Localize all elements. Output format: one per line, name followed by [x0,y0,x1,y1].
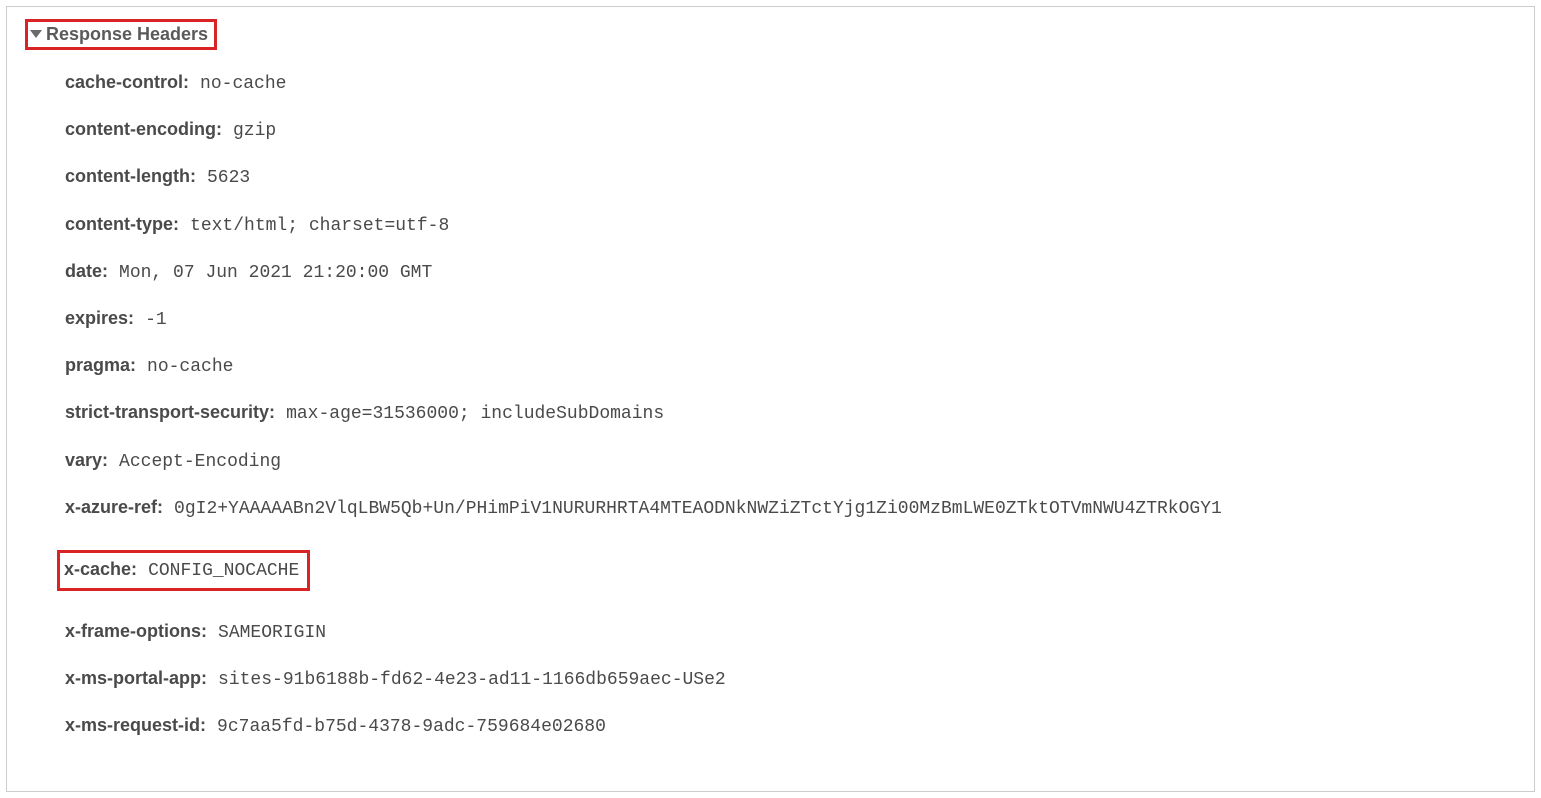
header-x-cache-highlight: x-cache: CONFIG_NOCACHE [57,550,310,591]
header-value: gzip [233,121,276,141]
header-name: x-cache: [64,559,137,579]
header-strict-transport-security: strict-transport-security: max-age=31536… [65,400,1516,427]
header-value: 0gI2+YAAAAABn2VlqLBW5Qb+Un/PHimPiV1NURUR… [174,499,1222,519]
header-value: no-cache [147,357,233,377]
expand-collapse-icon[interactable] [30,30,42,38]
header-content-type: content-type: text/html; charset=utf-8 [65,212,1516,239]
header-name: expires: [65,308,134,328]
header-pragma: pragma: no-cache [65,353,1516,380]
header-name: x-frame-options: [65,621,207,641]
header-vary: vary: Accept-Encoding [65,448,1516,475]
header-value: Mon, 07 Jun 2021 21:20:00 GMT [119,263,432,283]
header-cache-control: cache-control: no-cache [65,70,1516,97]
header-x-frame-options: x-frame-options: SAMEORIGIN [65,619,1516,646]
response-headers-list: cache-control: no-cache content-encoding… [65,70,1516,741]
header-value: sites-91b6188b-fd62-4e23-ad11-1166db659a… [218,670,726,690]
header-date: date: Mon, 07 Jun 2021 21:20:00 GMT [65,259,1516,286]
header-value: SAMEORIGIN [218,623,326,643]
header-name: x-azure-ref: [65,497,163,517]
header-name: date: [65,261,108,281]
header-value: max-age=31536000; includeSubDomains [286,404,664,424]
header-value: -1 [145,310,167,330]
section-title-highlight: Response Headers [25,19,217,50]
header-name: content-type: [65,214,179,234]
header-value: 5623 [207,168,250,188]
header-name: content-length: [65,166,196,186]
header-expires: expires: -1 [65,306,1516,333]
section-title: Response Headers [46,24,208,45]
header-name: vary: [65,450,108,470]
header-value: text/html; charset=utf-8 [190,216,449,236]
header-x-ms-portal-app: x-ms-portal-app: sites-91b6188b-fd62-4e2… [65,666,1516,693]
header-name: x-ms-request-id: [65,715,206,735]
header-content-length: content-length: 5623 [65,164,1516,191]
header-x-cache: x-cache: CONFIG_NOCACHE [64,557,299,584]
header-value: Accept-Encoding [119,452,281,472]
header-name: pragma: [65,355,136,375]
headers-panel: Response Headers cache-control: no-cache… [6,6,1535,792]
header-content-encoding: content-encoding: gzip [65,117,1516,144]
header-value: 9c7aa5fd-b75d-4378-9adc-759684e02680 [217,717,606,737]
header-x-azure-ref: x-azure-ref: 0gI2+YAAAAABn2VlqLBW5Qb+Un/… [65,495,1516,522]
section-header[interactable]: Response Headers [30,24,208,45]
header-name: content-encoding: [65,119,222,139]
header-value: no-cache [200,74,286,94]
header-name: cache-control: [65,72,189,92]
header-name: strict-transport-security: [65,402,275,422]
header-name: x-ms-portal-app: [65,668,207,688]
header-value: CONFIG_NOCACHE [148,561,299,581]
